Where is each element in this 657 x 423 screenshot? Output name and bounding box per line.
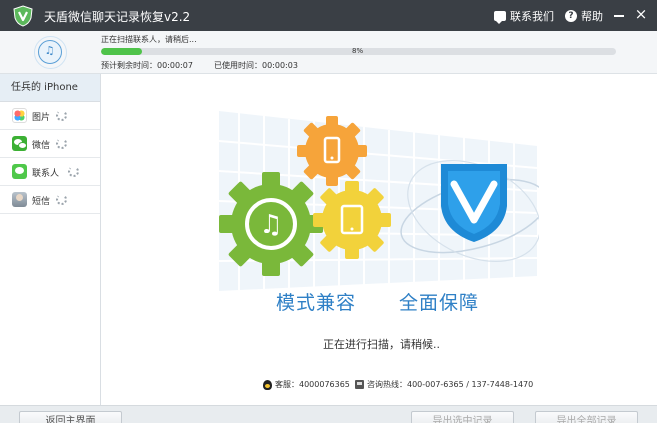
- help-label: 帮助: [581, 10, 603, 23]
- customer-service-info: 客服：4000076365: [263, 379, 350, 390]
- customer-service-text: 客服：4000076365: [275, 380, 350, 389]
- sidebar-item-wechat[interactable]: 微信: [0, 130, 100, 158]
- back-to-main-button[interactable]: 返回主界面: [19, 411, 122, 423]
- close-button[interactable]: ×: [634, 7, 648, 23]
- loading-spinner-icon: [56, 110, 67, 121]
- scanning-message: 正在进行扫描，请稍候..: [323, 338, 440, 351]
- device-status-icon: ♫: [34, 36, 67, 69]
- tablet-gear-icon: [313, 181, 391, 259]
- photos-icon: [12, 108, 27, 123]
- sidebar: 任兵的 iPhone 图片 微信 联系人 短信: [0, 74, 101, 405]
- wechat-icon: [12, 136, 27, 151]
- scan-status-text: 正在扫描联系人，请稍后...: [101, 35, 197, 44]
- minimize-button[interactable]: [612, 7, 626, 23]
- sidebar-item-photos[interactable]: 图片: [0, 102, 100, 130]
- sms-icon: [12, 192, 27, 207]
- progress-percent: 8%: [352, 47, 364, 55]
- title-bar: 天盾微信聊天记录恢复v2.2 联系我们 ? 帮助 ×: [0, 0, 657, 31]
- slogan-protection: 全面保障: [399, 292, 480, 314]
- chat-icon: [494, 11, 506, 24]
- time-elapsed: 已使用时间：00:00:03: [214, 61, 298, 70]
- footer-bar: 返回主界面 导出选中记录 导出全部记录: [0, 405, 657, 423]
- question-icon: ?: [565, 10, 577, 22]
- app-title: 天盾微信聊天记录恢复v2.2: [44, 10, 191, 24]
- sidebar-item-label: 短信: [32, 197, 51, 207]
- music-gear-icon: ♫: [219, 172, 323, 276]
- contact-us-button[interactable]: 联系我们: [494, 8, 554, 24]
- hotline-text: 咨询热线：400-007-6365 / 137-7448-1470: [367, 380, 534, 389]
- export-all-button[interactable]: 导出全部记录: [535, 411, 638, 423]
- loading-spinner-icon: [56, 138, 67, 149]
- sidebar-item-label: 图片: [32, 113, 51, 123]
- contacts-icon: [12, 164, 27, 179]
- main-panel: ♫ 模式兼容 全面保障 正在进行扫描，请稍候.. 客服：4000076365 咨…: [101, 74, 657, 405]
- qq-icon: [263, 379, 272, 390]
- hotline-info: 咨询热线：400-007-6365 / 137-7448-1470: [355, 379, 533, 390]
- phone-gear-icon: [297, 116, 367, 186]
- sidebar-item-label: 联系人: [32, 169, 60, 179]
- sidebar-item-contacts[interactable]: 联系人: [0, 158, 100, 186]
- svg-text:♫: ♫: [259, 210, 282, 240]
- help-button[interactable]: ? 帮助: [565, 8, 603, 24]
- scan-progress-panel: ♫ 正在扫描联系人，请稍后... 8% 预计剩余时间：00:00:07 已使用时…: [0, 31, 657, 74]
- progress-bar-fill: [101, 48, 143, 55]
- phone-icon: [355, 380, 364, 389]
- time-remaining: 预计剩余时间：00:00:07: [101, 61, 193, 70]
- loading-spinner-icon: [68, 166, 79, 177]
- sidebar-item-label: 微信: [32, 141, 51, 151]
- contact-us-label: 联系我们: [510, 10, 554, 23]
- sidebar-item-sms[interactable]: 短信: [0, 186, 100, 214]
- export-selected-button[interactable]: 导出选中记录: [411, 411, 514, 423]
- shield-logo-icon: [13, 5, 33, 27]
- music-note-icon: ♫: [44, 44, 55, 57]
- compatibility-illustration: ♫: [219, 111, 539, 291]
- loading-spinner-icon: [56, 194, 67, 205]
- device-name[interactable]: 任兵的 iPhone: [0, 74, 100, 102]
- slogan-compatibility: 模式兼容: [276, 292, 357, 314]
